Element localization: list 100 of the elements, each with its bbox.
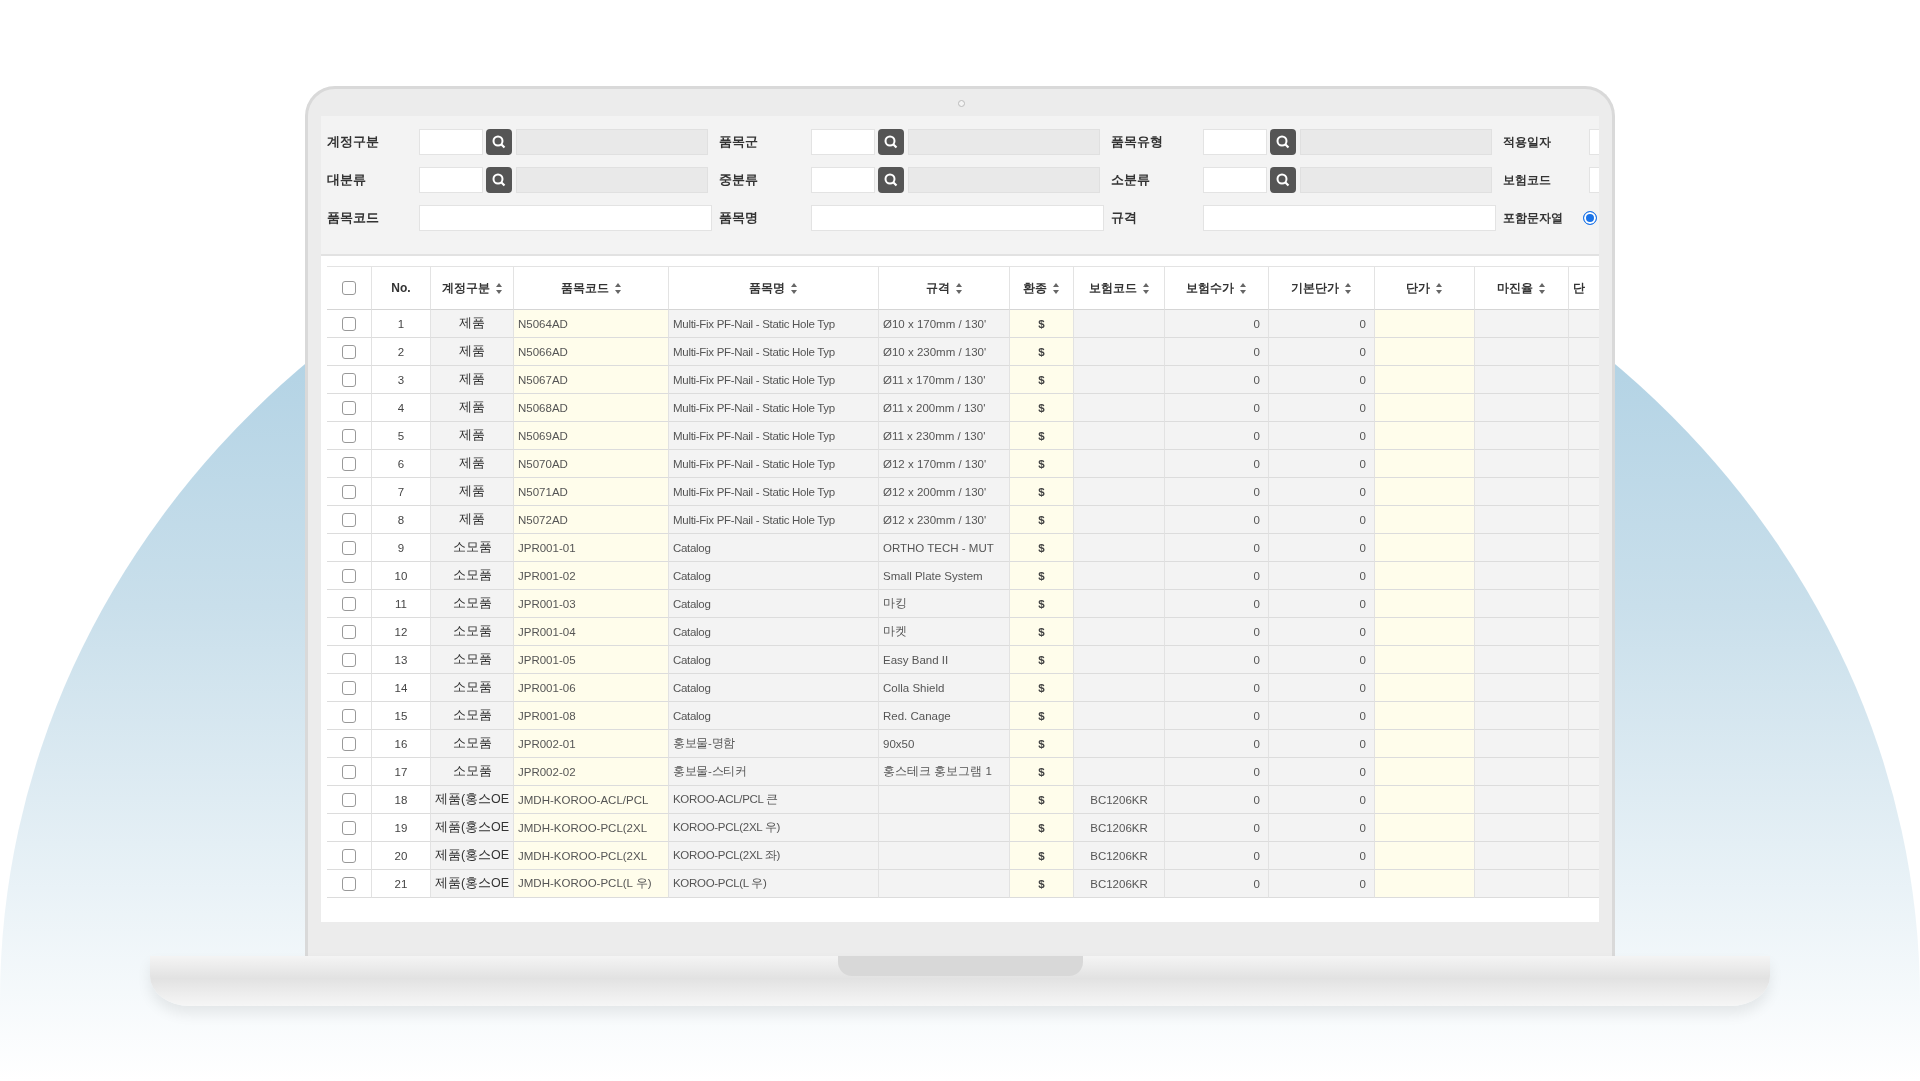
checkbox[interactable] [342, 484, 356, 499]
checkbox[interactable] [342, 428, 356, 443]
table-cell: 0 [1269, 394, 1375, 422]
table-cell: BC1206KR [1074, 870, 1165, 898]
table-cell: 0 [1165, 590, 1269, 618]
column-header[interactable]: 품목명 [669, 266, 879, 310]
search-icon[interactable] [883, 134, 899, 150]
checkbox[interactable] [342, 652, 356, 667]
sort-icon[interactable] [1239, 281, 1247, 295]
column-header[interactable]: 환종 [1010, 266, 1074, 310]
table-cell: 20 [372, 842, 431, 870]
table-cell: 소모품 [431, 702, 514, 730]
table-cell: 소모품 [431, 730, 514, 758]
table-cell: 소모품 [431, 646, 514, 674]
table-cell: 8 [372, 506, 431, 534]
sort-icon[interactable] [790, 281, 798, 295]
table-cell: $ [1010, 590, 1074, 618]
radio-button[interactable] [1583, 211, 1597, 225]
checkbox[interactable] [342, 512, 356, 527]
search-icon[interactable] [1275, 134, 1291, 150]
table-cell: Ø11 x 170mm / 130' [879, 366, 1010, 394]
table-cell: $ [1010, 366, 1074, 394]
table-cell: 소모품 [431, 590, 514, 618]
field-label: 계정구분 [327, 133, 380, 151]
checkbox[interactable] [342, 680, 356, 695]
column-header[interactable]: 규격 [879, 266, 1010, 310]
checkbox[interactable] [342, 708, 356, 723]
input-field[interactable] [811, 129, 875, 155]
input-field[interactable] [811, 205, 1104, 231]
checkbox[interactable] [342, 596, 356, 611]
sort-icon[interactable] [1344, 281, 1352, 295]
input-field[interactable] [419, 205, 712, 231]
table-cell: 0 [1165, 702, 1269, 730]
table-cell: 제품(홍스OE [431, 786, 514, 814]
checkbox[interactable] [342, 792, 356, 807]
checkbox[interactable] [342, 736, 356, 751]
search-icon[interactable] [1275, 172, 1291, 188]
checkbox[interactable] [342, 568, 356, 583]
checkbox[interactable] [342, 456, 356, 471]
table-cell: 0 [1165, 674, 1269, 702]
column-header[interactable]: 계정구분 [431, 266, 514, 310]
table-cell: Multi-Fix PF-Nail - Static Hole Typ [669, 478, 879, 506]
table-cell: 0 [1165, 450, 1269, 478]
table-cell: Ø11 x 200mm / 130' [879, 394, 1010, 422]
table-cell: 0 [1269, 562, 1375, 590]
search-button[interactable] [486, 167, 512, 193]
input-field[interactable] [419, 129, 483, 155]
input-field[interactable] [1203, 167, 1267, 193]
search-icon[interactable] [491, 134, 507, 150]
table-cell: 17 [372, 758, 431, 786]
search-icon[interactable] [883, 172, 899, 188]
search-button[interactable] [878, 129, 904, 155]
table-cell: 0 [1269, 702, 1375, 730]
table-cell: Ø12 x 170mm / 130' [879, 450, 1010, 478]
table-cell: 0 [1165, 338, 1269, 366]
sort-icon[interactable] [494, 281, 503, 295]
sort-icon[interactable] [1052, 281, 1060, 295]
checkbox[interactable] [342, 540, 356, 555]
sort-icon[interactable] [613, 281, 622, 295]
search-icon[interactable] [491, 172, 507, 188]
search-button[interactable] [1270, 167, 1296, 193]
sort-icon[interactable] [1435, 281, 1443, 295]
search-button[interactable] [486, 129, 512, 155]
checkbox[interactable] [342, 400, 356, 415]
table-cell: 2 [372, 338, 431, 366]
table-cell: 마켓 [879, 618, 1010, 646]
checkbox[interactable] [342, 820, 356, 835]
column-header[interactable]: 단가 [1375, 266, 1475, 310]
checkbox[interactable] [342, 281, 356, 295]
table-cell: 홍스테크 홍보그램 1 [879, 758, 1010, 786]
table-cell: 0 [1269, 814, 1375, 842]
input-field[interactable] [811, 167, 875, 193]
checkbox[interactable] [342, 624, 356, 639]
search-button[interactable] [1270, 129, 1296, 155]
input-field[interactable] [1203, 205, 1496, 231]
column-header[interactable]: 마진율 [1475, 266, 1569, 310]
sort-icon[interactable] [1141, 281, 1150, 295]
column-header: No. [372, 266, 431, 310]
column-header[interactable]: 보험수가 [1165, 266, 1269, 310]
search-button[interactable] [878, 167, 904, 193]
checkbox[interactable] [342, 344, 356, 359]
checkbox[interactable] [342, 316, 356, 331]
table-cell: JPR001-02 [514, 562, 669, 590]
input-field[interactable] [419, 167, 483, 193]
sort-icon[interactable] [954, 281, 963, 295]
column-header[interactable]: 기본단가 [1269, 266, 1375, 310]
column-header[interactable]: 품목코드 [514, 266, 669, 310]
input-field[interactable] [1203, 129, 1267, 155]
checkbox[interactable] [342, 372, 356, 387]
table-cell: JPR001-01 [514, 534, 669, 562]
checkbox[interactable] [342, 764, 356, 779]
checkbox[interactable] [342, 848, 356, 863]
column-header[interactable]: 보험코드 [1074, 266, 1165, 310]
table-cell: 0 [1269, 674, 1375, 702]
checkbox[interactable] [342, 876, 356, 891]
table-cell: Easy Band II [879, 646, 1010, 674]
table-cell: 0 [1165, 646, 1269, 674]
sort-icon[interactable] [1538, 281, 1546, 295]
table-cell: 0 [1269, 338, 1375, 366]
table-cell: 14 [372, 674, 431, 702]
